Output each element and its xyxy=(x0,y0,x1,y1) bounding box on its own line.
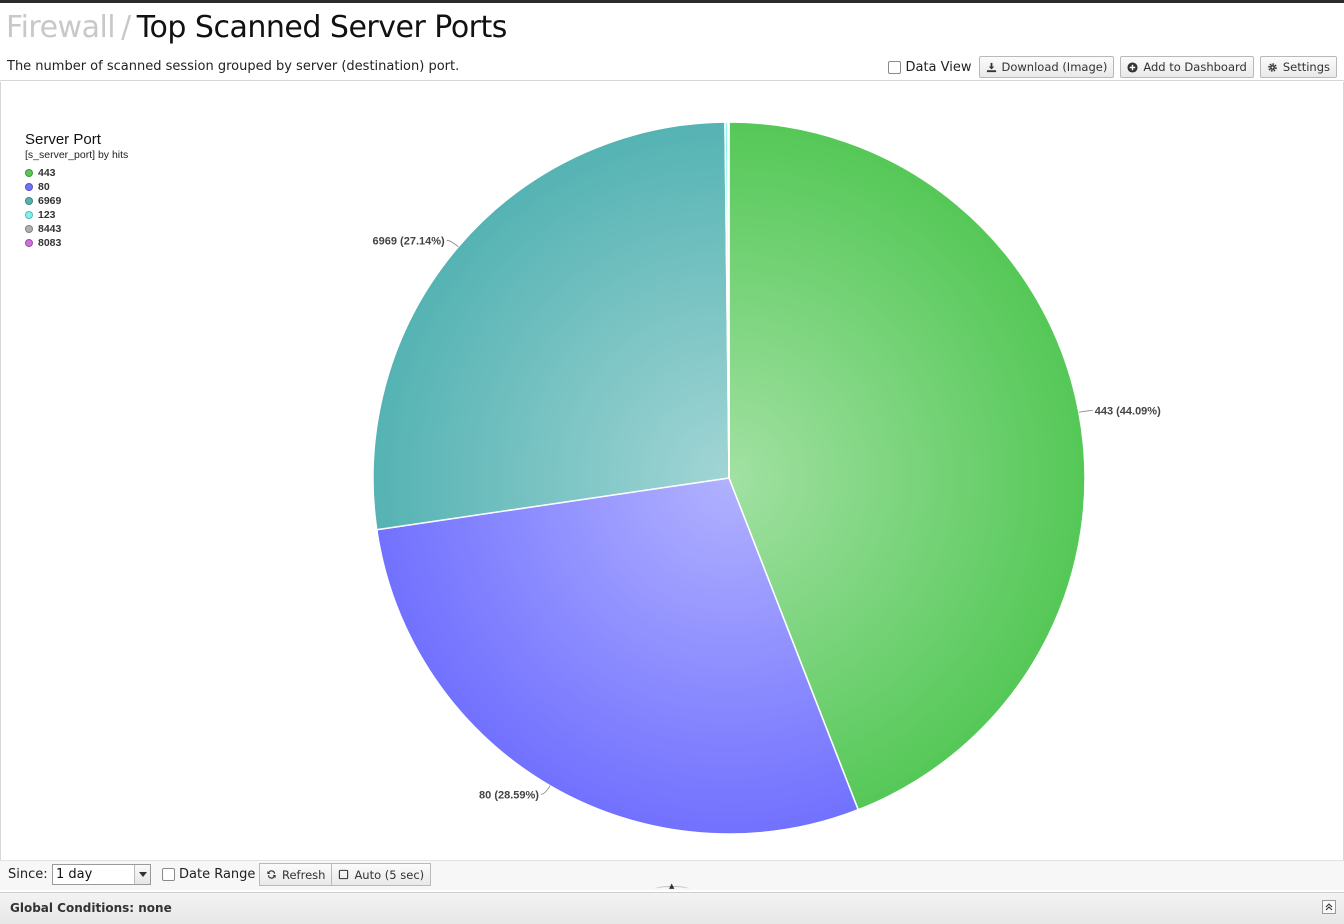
square-icon xyxy=(339,869,349,880)
breadcrumb-firewall[interactable]: Firewall xyxy=(6,10,116,45)
legend-dot xyxy=(25,225,33,233)
since-value: 1 day xyxy=(56,867,93,882)
legend-item-8443[interactable]: 8443 xyxy=(25,222,128,236)
chart-legend: Server Port [s_server_port] by hits 443 … xyxy=(25,131,128,250)
expand-icon[interactable] xyxy=(1322,900,1336,914)
add-to-dashboard-button[interactable]: Add to Dashboard xyxy=(1120,56,1254,78)
report-title: Top Scanned Server Ports xyxy=(136,10,508,45)
date-range-toggle[interactable]: Date Range xyxy=(162,867,255,882)
legend-dot xyxy=(25,239,33,247)
settings-label: Settings xyxy=(1282,60,1330,74)
data-view-toggle[interactable]: Data View xyxy=(888,59,972,75)
legend-dot xyxy=(25,197,33,205)
legend-label: 8443 xyxy=(38,223,62,235)
data-view-label: Data View xyxy=(905,59,972,75)
date-range-checkbox[interactable] xyxy=(162,868,175,881)
report-header: Firewall / Top Scanned Server Ports The nu… xyxy=(0,3,1344,81)
legend-dot xyxy=(25,169,33,177)
pie-slices xyxy=(372,121,1086,835)
legend-item-8083[interactable]: 8083 xyxy=(25,236,128,250)
legend-label: 8083 xyxy=(38,237,62,249)
chevron-down-icon[interactable] xyxy=(134,865,150,884)
legend-title: Server Port xyxy=(25,131,101,148)
legend-item-443[interactable]: 443 xyxy=(25,166,128,180)
add-to-dashboard-label: Add to Dashboard xyxy=(1143,60,1247,74)
gear-icon xyxy=(1268,62,1277,72)
date-range-label: Date Range xyxy=(179,867,256,882)
refresh-icon xyxy=(267,870,276,879)
legend-label: 123 xyxy=(38,209,56,221)
legend-label: 443 xyxy=(38,167,56,179)
legend-subtitle: [s_server_port] by hits xyxy=(25,149,129,161)
page-title: Firewall / Top Scanned Server Ports xyxy=(6,10,507,45)
plus-circle-icon xyxy=(1127,61,1138,73)
legend-dot xyxy=(25,183,33,191)
legend-item-123[interactable]: 123 xyxy=(25,208,128,222)
legend-label: 80 xyxy=(38,181,50,193)
report-toolbar: Data View Download (Image) Add to Dashbo… xyxy=(888,55,1337,79)
refresh-button[interactable]: Refresh xyxy=(259,863,333,886)
legend-item-6969[interactable]: 6969 xyxy=(25,194,128,208)
report-description: The number of scanned session grouped by… xyxy=(7,59,460,74)
data-view-checkbox[interactable] xyxy=(888,60,902,74)
legend-items: 443 80 6969 123 8443 8083 xyxy=(25,166,128,250)
refresh-button-group: Refresh Auto (5 sec) xyxy=(259,863,432,886)
since-label: Since: xyxy=(8,867,48,882)
download-image-label: Download (Image) xyxy=(1001,60,1108,74)
download-image-button[interactable]: Download (Image) xyxy=(978,56,1115,78)
legend-item-80[interactable]: 80 xyxy=(25,180,128,194)
breadcrumb-separator: / xyxy=(121,10,131,45)
legend-dot xyxy=(25,211,33,219)
legend-label: 6969 xyxy=(38,195,62,207)
global-conditions-bar[interactable]: Global Conditions: none xyxy=(0,892,1344,924)
settings-button[interactable]: Settings xyxy=(1259,56,1337,78)
since-select[interactable]: 1 day xyxy=(52,864,151,885)
caret-up-icon: ▲ xyxy=(669,882,675,890)
refresh-label: Refresh xyxy=(282,867,326,882)
download-icon xyxy=(986,62,996,72)
auto-refresh-label: Auto (5 sec) xyxy=(354,867,425,882)
global-conditions-text: Global Conditions: none xyxy=(10,901,172,915)
auto-refresh-button[interactable]: Auto (5 sec) xyxy=(332,863,432,886)
